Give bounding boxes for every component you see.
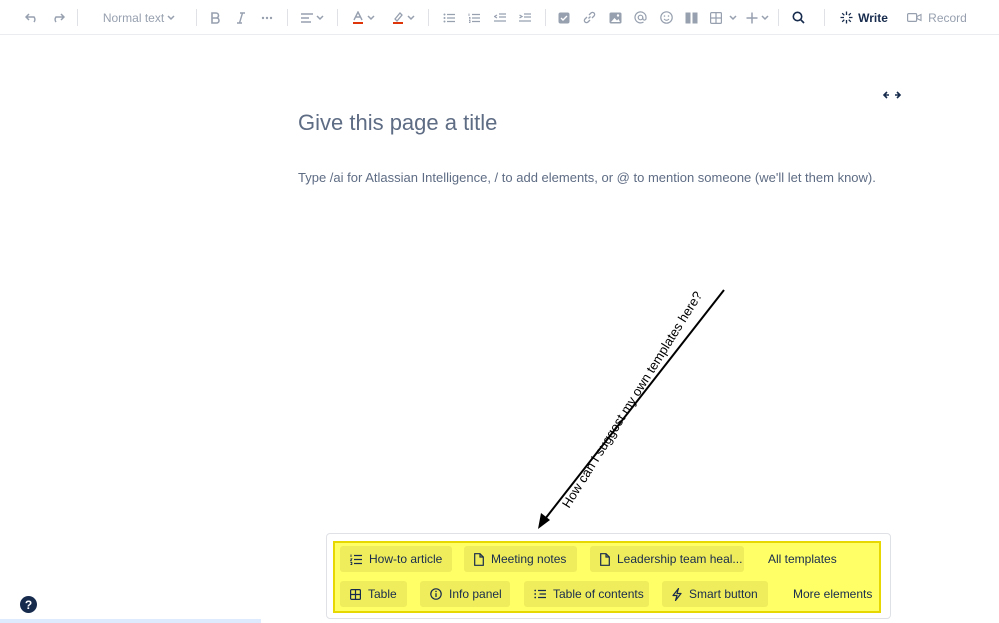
page-icon — [600, 552, 610, 566]
list-icon — [350, 554, 362, 565]
table-icon — [350, 588, 361, 600]
bottom-scrollbar[interactable] — [0, 619, 261, 623]
template-meeting-notes[interactable]: Meeting notes — [464, 546, 577, 572]
template-label: All templates — [768, 552, 837, 566]
help-button[interactable]: ? — [20, 596, 37, 613]
element-info-panel[interactable]: Info panel — [420, 581, 510, 607]
page-icon — [474, 552, 484, 566]
element-label: Info panel — [449, 587, 502, 601]
element-smart-button[interactable]: Smart button — [662, 581, 768, 607]
lightning-icon — [672, 587, 682, 601]
template-leadership-team-health[interactable]: Leadership team heal... — [590, 546, 744, 572]
element-table[interactable]: Table — [340, 581, 407, 607]
element-label: Table of contents — [553, 587, 644, 601]
toc-icon — [534, 589, 546, 599]
element-table-of-contents[interactable]: Table of contents — [524, 581, 649, 607]
template-label: Meeting notes — [491, 552, 567, 566]
element-label: Table — [368, 587, 397, 601]
template-how-to-article[interactable]: How-to article — [340, 546, 452, 572]
template-label: How-to article — [369, 552, 443, 566]
all-templates-button[interactable]: All templates — [758, 546, 858, 572]
element-label: Smart button — [689, 587, 758, 601]
help-icon: ? — [24, 597, 33, 612]
info-icon — [430, 588, 442, 600]
more-elements-button[interactable]: More elements — [783, 581, 879, 607]
template-label: Leadership team heal... — [617, 552, 743, 566]
annotation-arrow — [538, 289, 725, 529]
element-label: More elements — [793, 587, 873, 601]
